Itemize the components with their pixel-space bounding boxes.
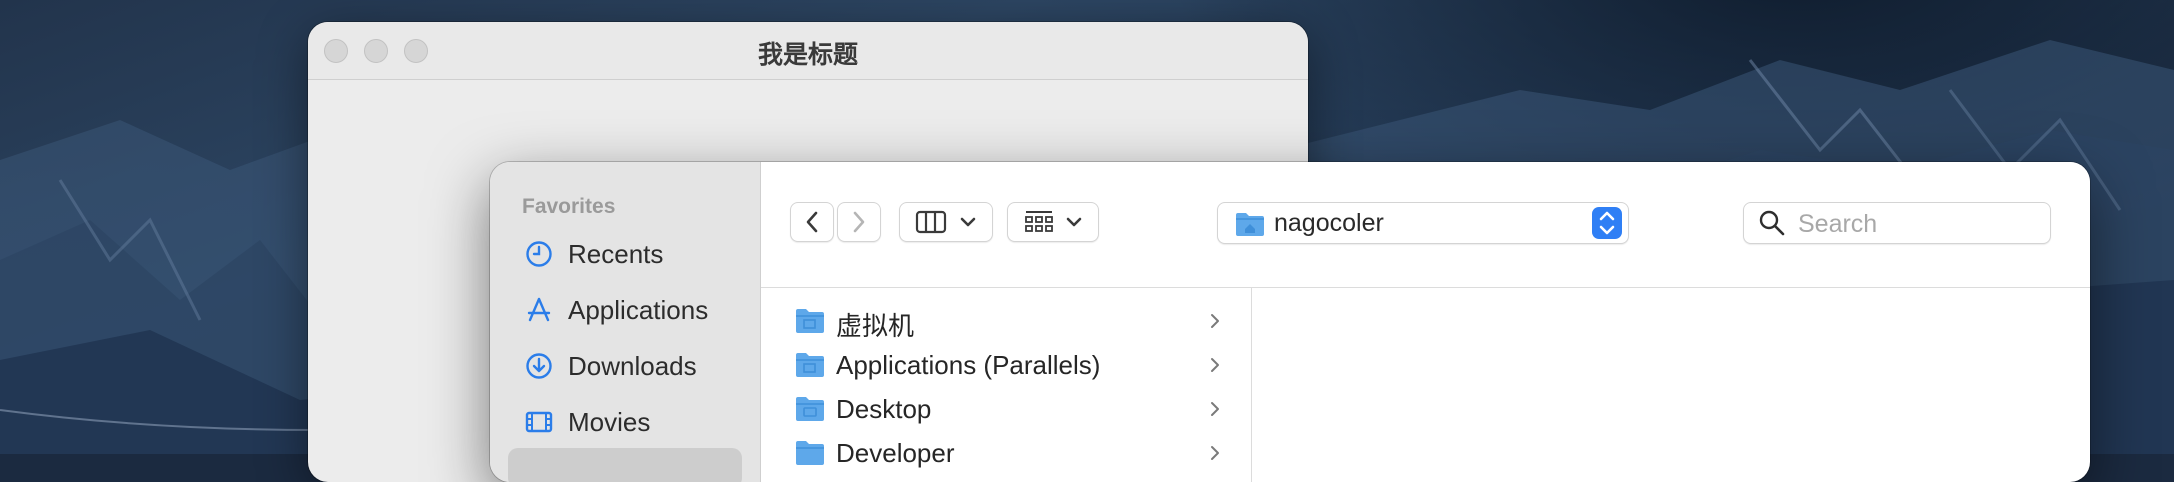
main-pane: nagocoler Search 虚拟机 Applications (Paral… — [761, 162, 2090, 482]
chevron-right-icon — [1211, 358, 1219, 372]
chevron-right-icon — [1211, 446, 1219, 460]
file-column: 虚拟机 Applications (Parallels) Desktop Dev… — [761, 288, 1252, 482]
location-stepper[interactable] — [1592, 207, 1622, 239]
sidebar-item-label: Recents — [568, 238, 664, 269]
sidebar-item-label: Downloads — [568, 350, 697, 381]
sidebar-item-movies[interactable]: Movies — [524, 400, 650, 444]
chevron-right-icon — [1211, 314, 1219, 328]
columns-view-icon — [915, 210, 947, 234]
chevron-down-icon — [1066, 217, 1082, 227]
search-input[interactable] — [1796, 209, 2040, 239]
search-icon — [1759, 210, 1785, 236]
sidebar-heading-favorites: Favorites — [522, 195, 616, 218]
sidebar-item-label: Applications — [568, 294, 709, 325]
applications-folder-icon — [796, 353, 824, 377]
up-down-chevron-icon — [1599, 211, 1615, 235]
sidebar-item-label: Movies — [568, 406, 651, 437]
sidebar-selected-item[interactable] — [508, 448, 742, 482]
chevron-left-icon — [806, 211, 818, 233]
clock-icon — [526, 241, 552, 267]
list-item[interactable]: Desktop — [761, 388, 1251, 432]
sidebar-item-applications[interactable]: Applications — [524, 288, 708, 332]
desktop-folder-icon — [796, 397, 824, 421]
view-mode-button[interactable] — [899, 202, 993, 242]
window-titlebar: 我是标题 — [308, 22, 1308, 80]
developer-folder-icon — [796, 441, 824, 465]
open-file-dialog: Favorites Recents Applications Downloads — [490, 162, 2090, 482]
toolbar: nagocoler — [761, 162, 2090, 288]
location-label: nagocoler — [1274, 209, 1384, 237]
grid-group-icon — [1025, 211, 1053, 232]
forward-button[interactable] — [837, 202, 881, 242]
group-button[interactable] — [1007, 202, 1099, 242]
chevron-right-icon — [1211, 402, 1219, 416]
search-field[interactable] — [1743, 202, 2051, 244]
location-popup[interactable]: nagocoler — [1217, 202, 1629, 244]
home-folder-icon — [1236, 213, 1264, 236]
sidebar-item-downloads[interactable]: Downloads — [524, 344, 697, 388]
list-item[interactable]: 虚拟机 — [761, 300, 1251, 344]
list-item[interactable]: Developer — [761, 432, 1251, 476]
film-icon — [525, 411, 553, 433]
file-name: 虚拟机 — [836, 311, 915, 341]
vm-folder-icon — [796, 309, 824, 333]
applications-icon — [527, 297, 551, 322]
list-item[interactable]: Applications (Parallels) — [761, 344, 1251, 388]
chevron-right-icon — [853, 211, 865, 233]
back-button[interactable] — [790, 202, 834, 242]
file-name: Applications (Parallels) — [836, 350, 1101, 380]
download-icon — [526, 353, 552, 379]
window-title: 我是标题 — [757, 40, 858, 69]
file-name: Desktop — [836, 394, 932, 424]
chevron-down-icon — [960, 217, 976, 227]
sidebar-item-recents[interactable]: Recents — [524, 232, 663, 276]
sidebar: Favorites Recents Applications Downloads — [490, 162, 761, 482]
